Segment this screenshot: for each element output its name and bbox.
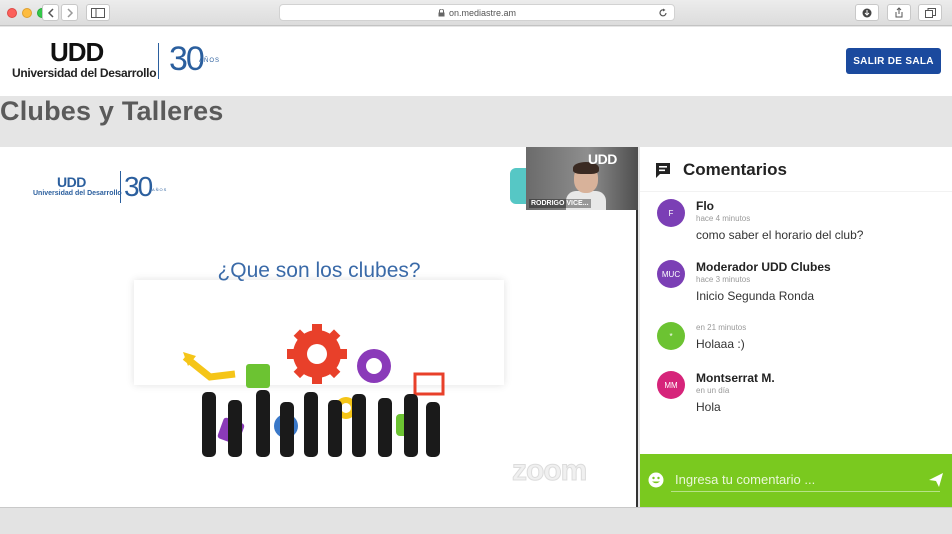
- minimize-window-button[interactable]: [22, 8, 32, 18]
- tabs-overview-button[interactable]: [918, 4, 942, 21]
- slide-anniversary-text: AÑOS: [152, 187, 168, 192]
- share-button[interactable]: [887, 4, 911, 21]
- puzzle-icon-green: [246, 364, 270, 388]
- zoom-watermark: zoom: [511, 454, 587, 488]
- slide-question: ¿Que son los clubes?: [217, 259, 421, 282]
- comment-time: en un día: [696, 386, 730, 395]
- udd-logo-text: Universidad del Desarrollo: [12, 66, 157, 80]
- people-gears-illustration: [182, 324, 445, 457]
- comment-input[interactable]: [671, 468, 940, 492]
- avatar: MUC: [657, 260, 685, 288]
- comments-title: Comentarios: [683, 160, 787, 179]
- slide-logo-divider: [120, 171, 121, 203]
- participant-name: RODRIGO VICE...: [529, 199, 591, 208]
- comment-author: Moderador UDD Clubes: [696, 260, 831, 274]
- udd-logo[interactable]: UDD Universidad del Desarrollo: [12, 37, 157, 84]
- comment-text: como saber el horario del club?: [696, 228, 864, 242]
- reload-icon[interactable]: [658, 8, 668, 18]
- site-header: UDD Universidad del Desarrollo 30 AÑOS S…: [0, 27, 952, 96]
- gear-icon-red: [287, 324, 347, 384]
- video-udd-logo: UDD: [588, 151, 617, 167]
- lock-icon: [438, 8, 445, 16]
- people-silhouettes: [202, 390, 440, 457]
- laptop-icon: [413, 372, 445, 396]
- avatar: F: [657, 199, 685, 227]
- back-button[interactable]: [42, 4, 59, 21]
- comment-icon: [656, 163, 670, 178]
- comment-author: Montserrat M.: [696, 371, 775, 385]
- sidebar-toggle-button[interactable]: [86, 4, 110, 21]
- comment-time: hace 3 minutos: [696, 275, 751, 284]
- exit-room-button[interactable]: SALIR DE SALA: [846, 48, 941, 74]
- comment-time: en 21 minutos: [696, 323, 747, 332]
- download-icon: [862, 8, 872, 17]
- udd-logo-mark: UDD: [50, 37, 104, 67]
- close-window-button[interactable]: [7, 8, 17, 18]
- logo-divider: [158, 43, 159, 79]
- emoji-icon[interactable]: [648, 472, 664, 488]
- comment-time: hace 4 minutos: [696, 214, 751, 223]
- avatar: *: [657, 322, 685, 350]
- slide-anniversary-number: 30: [124, 171, 153, 202]
- comments-header: Comentarios: [640, 147, 952, 192]
- chevron-left-icon: [47, 7, 54, 18]
- send-icon[interactable]: [928, 472, 944, 488]
- chevron-right-icon: [66, 7, 73, 18]
- forward-button[interactable]: [61, 4, 78, 21]
- comments-panel: Comentarios F Flo hace 4 minutos como sa…: [640, 147, 952, 454]
- gear-icon-purple: [357, 349, 391, 383]
- comment-text: Holaaa :): [696, 337, 745, 351]
- slide-logo-text: Universidad del Desarrollo: [33, 190, 122, 197]
- page-title: Clubes y Talleres: [0, 96, 224, 126]
- comment-text: Hola: [696, 400, 721, 414]
- slide-udd-logo: UDD Universidad del Desarrollo 30 AÑOS: [33, 171, 173, 210]
- comment-text: Inicio Segunda Ronda: [696, 289, 815, 303]
- anniversary-number: 30: [169, 40, 205, 78]
- browser-toolbar: on.mediastre.am: [0, 0, 952, 26]
- address-bar[interactable]: on.mediastre.am: [279, 4, 675, 21]
- tabs-icon: [924, 7, 936, 18]
- slide-logo-mark: UDD: [57, 174, 86, 190]
- anniversary-text: AÑOS: [199, 58, 221, 64]
- comment-input-bar: [640, 454, 952, 507]
- address-url: on.mediastre.am: [448, 7, 517, 18]
- sidebar-icon: [91, 7, 105, 18]
- avatar: MM: [657, 371, 685, 399]
- comment-author: Flo: [696, 199, 714, 213]
- page-footer-band: [0, 507, 952, 534]
- share-icon: [895, 7, 903, 18]
- downloads-button[interactable]: [855, 4, 879, 21]
- participant-video[interactable]: UDD RODRIGO VICE...: [526, 147, 638, 210]
